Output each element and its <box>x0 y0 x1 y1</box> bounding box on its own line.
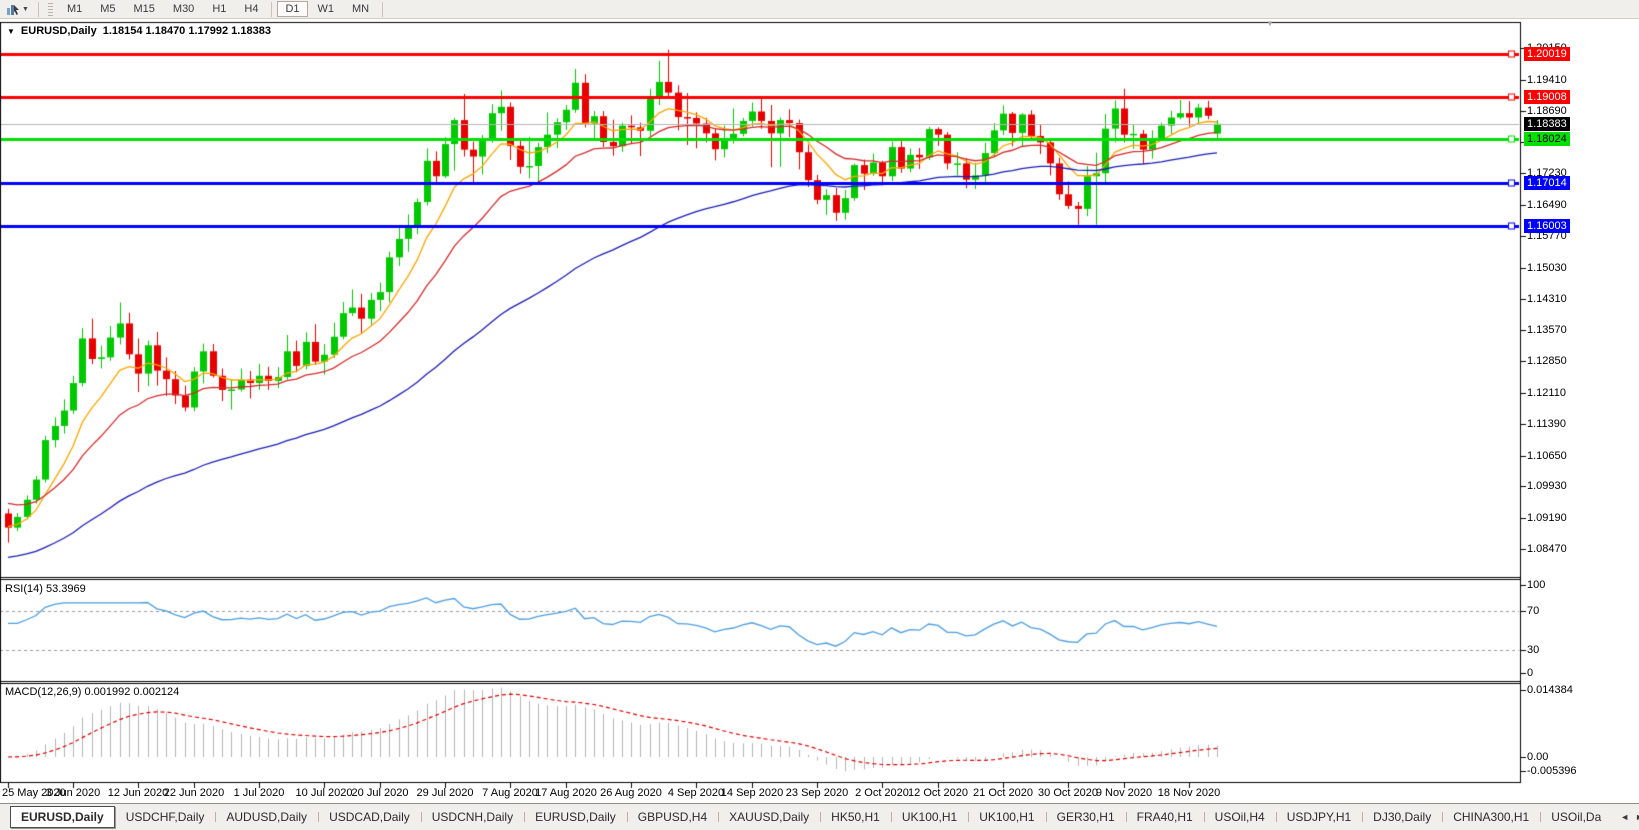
date-axis-label: 20 Jul 2020 <box>352 787 409 799</box>
timeframe-button-w1[interactable]: W1 <box>310 1 343 17</box>
date-axis-label: 14 Sep 2020 <box>721 787 783 799</box>
date-axis-label: 29 Jul 2020 <box>417 787 474 799</box>
timeframe-button-h1[interactable]: H1 <box>204 1 234 17</box>
toolbar-separator <box>271 2 272 17</box>
chart-tabs: EURUSD,DailyUSDCHF,DailyAUDUSD,DailyUSDC… <box>10 806 1612 828</box>
chart-tab-uk100-h1[interactable]: UK100,H1 <box>968 806 1045 828</box>
chart-tab-usoil-da[interactable]: USOil,Da <box>1540 806 1612 828</box>
chart-tab-usoil-h4[interactable]: USOil,H4 <box>1204 806 1276 828</box>
chart-tab-usdchf-daily[interactable]: USDCHF,Daily <box>115 806 216 828</box>
chart-tab-gbpusd-h4[interactable]: GBPUSD,H4 <box>627 806 718 828</box>
chart-tab-xauusd-daily[interactable]: XAUUSD,Daily <box>718 806 820 828</box>
rsi-axis-tick: 0 <box>1527 667 1533 679</box>
toolbar-separator <box>382 2 383 17</box>
date-axis-label: 23 Sep 2020 <box>786 787 848 799</box>
price-axis-tick: 1.15030 <box>1527 262 1567 274</box>
date-axis-label: 21 Oct 2020 <box>973 787 1033 799</box>
macd-axis-tick: -0.005396 <box>1527 765 1577 777</box>
price-axis-tick: 1.09930 <box>1527 480 1567 492</box>
price-axis-tick: 1.12110 <box>1527 387 1566 399</box>
chart-ohlc-values: 1.18154 1.18470 1.17992 1.18383 <box>103 25 271 37</box>
timeframe-button-m1[interactable]: M1 <box>59 1 90 17</box>
date-axis-label: 10 Jul 2020 <box>296 787 353 799</box>
date-axis-label: 18 Nov 2020 <box>1158 787 1220 799</box>
hline-price-badge: 1.18024 <box>1524 132 1570 146</box>
date-axis-label: 12 Oct 2020 <box>908 787 968 799</box>
chart-window: ▼ EURUSD,Daily 1.18154 1.18470 1.17992 1… <box>0 19 1639 803</box>
chart-tab-uk100-h1[interactable]: UK100,H1 <box>891 806 968 828</box>
chart-tab-fra40-h1[interactable]: FRA40,H1 <box>1126 806 1204 828</box>
macd-axis-tick: 0.00 <box>1527 751 1548 763</box>
rsi-indicator-label: RSI(14) 53.3969 <box>5 583 86 595</box>
timeframe-buttons: M1M5M15M30H1H4 D1W1MN <box>58 1 387 17</box>
timeframe-button-d1[interactable]: D1 <box>277 1 307 17</box>
timeframe-button-m5[interactable]: M5 <box>92 1 123 17</box>
timeframe-button-mn[interactable]: MN <box>344 1 377 17</box>
toolbar-grip[interactable] <box>48 3 53 16</box>
date-axis-label: 26 Aug 2020 <box>600 787 662 799</box>
price-axis-tick: 1.12850 <box>1527 355 1567 367</box>
hline-price-badge: 1.17014 <box>1524 176 1570 190</box>
chart-cursor-icon <box>6 3 20 16</box>
rsi-axis-tick: 100 <box>1527 579 1545 591</box>
price-axis-tick: 1.08470 <box>1527 543 1567 555</box>
date-axis-label: 2 Oct 2020 <box>855 787 909 799</box>
chart-tab-ger30-h1[interactable]: GER30,H1 <box>1046 806 1126 828</box>
chart-tab-eurusd-daily[interactable]: EURUSD,Daily <box>524 806 627 828</box>
date-axis-label: 3 Jun 2020 <box>46 787 100 799</box>
chart-tab-bar: EURUSD,DailyUSDCHF,DailyAUDUSD,DailyUSDC… <box>0 803 1639 830</box>
chart-tab-eurusd-daily[interactable]: EURUSD,Daily <box>10 806 115 828</box>
chart-tab-usdjpy-h1[interactable]: USDJPY,H1 <box>1276 806 1362 828</box>
hline-price-badge: 1.19008 <box>1524 90 1570 104</box>
timeframe-button-m15[interactable]: M15 <box>126 1 163 17</box>
date-axis-label: 17 Aug 2020 <box>535 787 597 799</box>
hline-price-badge: 1.16003 <box>1524 219 1570 233</box>
macd-axis-tick: 0.014384 <box>1527 684 1573 696</box>
chart-tab-china300-h1[interactable]: CHINA300,H1 <box>1442 806 1540 828</box>
timeframe-button-h4[interactable]: H4 <box>236 1 266 17</box>
rsi-axis-tick: 30 <box>1527 644 1539 656</box>
tab-scroll-right-icon[interactable]: ► <box>1635 812 1639 822</box>
rsi-axis-tick: 70 <box>1527 605 1539 617</box>
toolbar-separator <box>38 2 39 17</box>
current-price-badge: 1.18383 <box>1524 117 1570 131</box>
price-axis-tick: 1.18690 <box>1527 105 1567 117</box>
price-chart-canvas[interactable] <box>0 19 1639 803</box>
chart-tab-audusd-daily[interactable]: AUDUSD,Daily <box>215 806 318 828</box>
chart-tab-hk50-h1[interactable]: HK50,H1 <box>820 806 891 828</box>
chart-symbol-label: EURUSD,Daily <box>21 25 97 37</box>
price-axis-tick: 1.16490 <box>1527 199 1567 211</box>
tab-scroll-left-icon[interactable]: ◄ <box>1620 812 1629 822</box>
chart-shift-marker[interactable]: ▼ <box>1266 20 1274 28</box>
timeframe-toolbar: ▼ M1M5M15M30H1H4 D1W1MN <box>0 0 1639 19</box>
macd-indicator-label: MACD(12,26,9) 0.001992 0.002124 <box>5 686 179 698</box>
chart-title: ▼ EURUSD,Daily 1.18154 1.18470 1.17992 1… <box>7 25 271 37</box>
price-axis-tick: 1.14310 <box>1527 293 1567 305</box>
hline-price-badge: 1.20019 <box>1524 47 1570 61</box>
one-click-trading-arrow[interactable]: ▼ <box>7 27 15 36</box>
price-axis-tick: 1.10650 <box>1527 450 1567 462</box>
chart-tab-usdcad-daily[interactable]: USDCAD,Daily <box>318 806 421 828</box>
price-axis-tick: 1.11390 <box>1527 418 1566 430</box>
date-axis-label: 4 Sep 2020 <box>668 787 724 799</box>
price-axis-tick: 1.19410 <box>1527 74 1567 86</box>
date-axis-label: 30 Oct 2020 <box>1038 787 1098 799</box>
date-axis-label: 12 Jun 2020 <box>108 787 169 799</box>
price-axis-tick: 1.09190 <box>1527 512 1567 524</box>
chart-mode-button[interactable]: ▼ <box>3 1 32 18</box>
price-axis-tick: 1.13570 <box>1527 324 1567 336</box>
date-axis-label: 9 Nov 2020 <box>1096 787 1152 799</box>
chart-tab-usdcnh-daily[interactable]: USDCNH,Daily <box>421 806 524 828</box>
date-axis-label: 1 Jul 2020 <box>234 787 285 799</box>
tab-scroll-buttons: ◄ ► <box>1612 812 1639 822</box>
chevron-down-icon: ▼ <box>22 6 29 13</box>
date-axis-label: 22 Jun 2020 <box>164 787 225 799</box>
chart-tab-dj30-daily[interactable]: DJ30,Daily <box>1362 806 1442 828</box>
date-axis-label: 7 Aug 2020 <box>482 787 538 799</box>
timeframe-button-m30[interactable]: M30 <box>165 1 202 17</box>
